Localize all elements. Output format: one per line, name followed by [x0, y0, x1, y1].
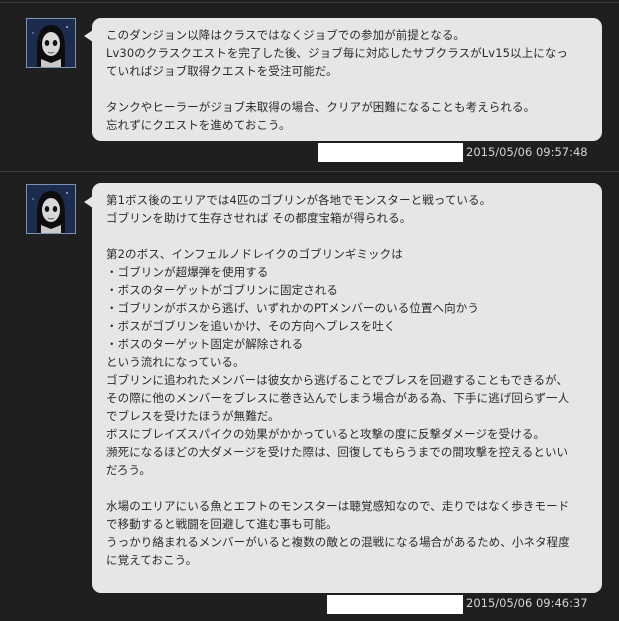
- message-timestamp: 2015/05/06 09:57:48: [466, 145, 588, 159]
- message-line: 瀕死になるほどの大ダメージを受けた際は、回復してもらうまでの間攻撃を控えるといい: [106, 445, 569, 459]
- message-line: ゴブリンに追われたメンバーは彼女から逃げることでブレスを回避することもできるが、: [106, 373, 569, 387]
- message-line: ・ボスがゴブリンを追いかけ、その方向へブレスを吐く: [106, 319, 396, 333]
- message-line: ・ゴブリンが超爆弾を使用する: [106, 265, 269, 279]
- message-bubble: 第1ボス後のエリアでは4匹のゴブリンが各地でモンスターと戦っている。 ゴブリンを…: [92, 183, 602, 593]
- message-line: [106, 479, 590, 497]
- message-line: タンクやヒーラーがジョブ未取得の場合、クリアが困難になることも考えられる。: [106, 100, 536, 114]
- message-line: ていればジョブ取得クエストを受注可能だ。: [106, 64, 338, 78]
- masked-character-icon: [27, 19, 75, 67]
- message-divider: [0, 171, 619, 172]
- message-line: このダンジョン以降はクラスではなくジョブでの参加が前提となる。: [106, 28, 466, 42]
- message-line: うっかり絡まれるメンバーがいると複数の敵との混戦になる場合があるため、小ネタ程度: [106, 535, 570, 549]
- message-line: 水場のエリアにいる魚とエフトのモンスターは聴覚感知なので、走りではなく歩きモード: [106, 499, 570, 513]
- message-line: 第2のボス、インフェルノドレイクのゴブリンギミックは: [106, 247, 403, 261]
- message-line: ・ボスのターゲットがゴブリンに固定される: [106, 283, 338, 297]
- message-divider: [0, 2, 619, 3]
- message-line: に覚えておこう。: [106, 553, 198, 567]
- message-line: ・ゴブリンがボスから逃げ、いずれかのPTメンバーのいる位置へ向かう: [106, 301, 479, 315]
- message-line: でブレスを受けたほうが無難だ。: [106, 409, 280, 423]
- user-avatar[interactable]: [26, 18, 76, 68]
- message-line: [106, 227, 590, 245]
- message-line: 第1ボス後のエリアでは4匹のゴブリンが各地でモンスターと戦っている。: [106, 193, 492, 207]
- message-line: ・ボスのターゲット固定が解除される: [106, 337, 304, 351]
- message-timestamp: 2015/05/06 09:46:37: [466, 596, 588, 610]
- message-line: という流れになっている。: [106, 355, 245, 369]
- message-thread: このダンジョン以降はクラスではなくジョブでの参加が前提となる。 Lv30のクラス…: [0, 0, 619, 621]
- redacted-name-box: [327, 595, 463, 614]
- message-line: Lv30のクラスクエストを完了した後、ジョブ毎に対応したサブクラスがLv15以上…: [106, 46, 569, 60]
- user-avatar[interactable]: [26, 184, 76, 234]
- redacted-name-box: [318, 143, 463, 162]
- message-line: だろう。: [106, 463, 152, 477]
- message-line: で移動すると戦闘を回避して進む事も可能。: [106, 517, 338, 531]
- masked-character-icon: [27, 185, 75, 233]
- message-line: [106, 80, 590, 98]
- message-bubble: このダンジョン以降はクラスではなくジョブでの参加が前提となる。 Lv30のクラス…: [92, 18, 602, 141]
- message-line: その際に他のメンバーをブレスに巻き込んでしまう場合がある為、下手に逃げ回らず一人: [106, 391, 570, 405]
- message-line: 忘れずにクエストを進めておこう。: [106, 118, 291, 132]
- message-line: ゴブリンを助けて生存させれば その都度宝箱が得られる。: [106, 211, 412, 225]
- message-line: ボスにブレイズスパイクの効果がかかっていると攻撃の度に反撃ダメージを受ける。: [106, 427, 546, 441]
